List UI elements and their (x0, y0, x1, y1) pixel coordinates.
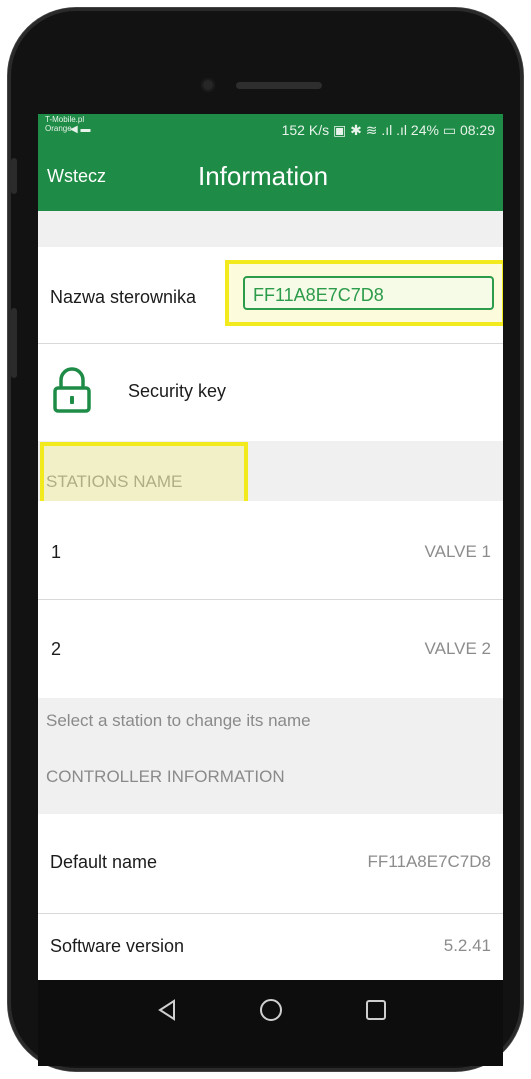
default-name-row: Default name FF11A8E7C7D8 (38, 814, 503, 913)
stations-footer: Select a station to change its name CONT… (38, 698, 503, 814)
earpiece-speaker (236, 82, 322, 89)
controller-name-label: Nazwa sterownika (50, 287, 197, 307)
software-version-row: Software version 5.2.41 (38, 914, 503, 980)
controller-name-input[interactable]: FF11A8E7C7D8 (243, 276, 494, 310)
software-version-value: 5.2.41 (443, 936, 491, 955)
default-name-label: Default name (50, 852, 158, 872)
volume-button (11, 308, 17, 378)
notification-icons: ◀ ▬ (70, 124, 91, 135)
default-name-value: FF11A8E7C7D8 (367, 852, 491, 871)
recents-square-icon[interactable] (365, 999, 387, 1026)
top-spacer (38, 211, 503, 247)
signal-icons: ▣ ✱ ≋ .ıl .ıl (332, 122, 411, 138)
clock: 08:29 (459, 122, 495, 138)
front-camera (201, 78, 215, 92)
back-button[interactable]: Wstecz (47, 166, 106, 187)
station-number: 1 (51, 542, 62, 562)
station-row-1[interactable]: 1 VALVE 1 (38, 501, 503, 599)
back-triangle-icon[interactable] (156, 998, 178, 1027)
station-name: VALVE 2 (424, 639, 491, 658)
side-button (11, 158, 17, 194)
battery-percent: 24% (410, 122, 439, 138)
station-row-2[interactable]: 2 VALVE 2 (38, 600, 503, 698)
highlight-box (40, 442, 248, 510)
app-bar: Wstecz Information (38, 148, 503, 211)
home-circle-icon[interactable] (259, 998, 283, 1027)
controller-info-header: CONTROLLER INFORMATION (46, 767, 285, 786)
security-key-row[interactable]: Security key (38, 344, 503, 441)
status-bar: T-Mobile.pl Orange ◀ ▬ 152 K/s ▣ ✱ ≋ .ıl… (38, 114, 503, 148)
security-key-label: Security key (128, 381, 227, 401)
page-title: Information (198, 161, 329, 191)
stations-hint: Select a station to change its name (46, 711, 311, 730)
status-right: 152 K/s ▣ ✱ ≋ .ıl .ıl 24% ▭ 08:29 (282, 122, 495, 139)
station-number: 2 (51, 639, 62, 659)
screen: T-Mobile.pl Orange ◀ ▬ 152 K/s ▣ ✱ ≋ .ıl… (38, 114, 503, 1066)
lock-icon (52, 366, 92, 419)
network-speed: 152 K/s (281, 122, 330, 138)
system-nav-bar (38, 980, 503, 1066)
station-name: VALVE 1 (424, 542, 491, 561)
battery-icon: ▭ (442, 122, 457, 138)
software-version-label: Software version (50, 936, 185, 956)
